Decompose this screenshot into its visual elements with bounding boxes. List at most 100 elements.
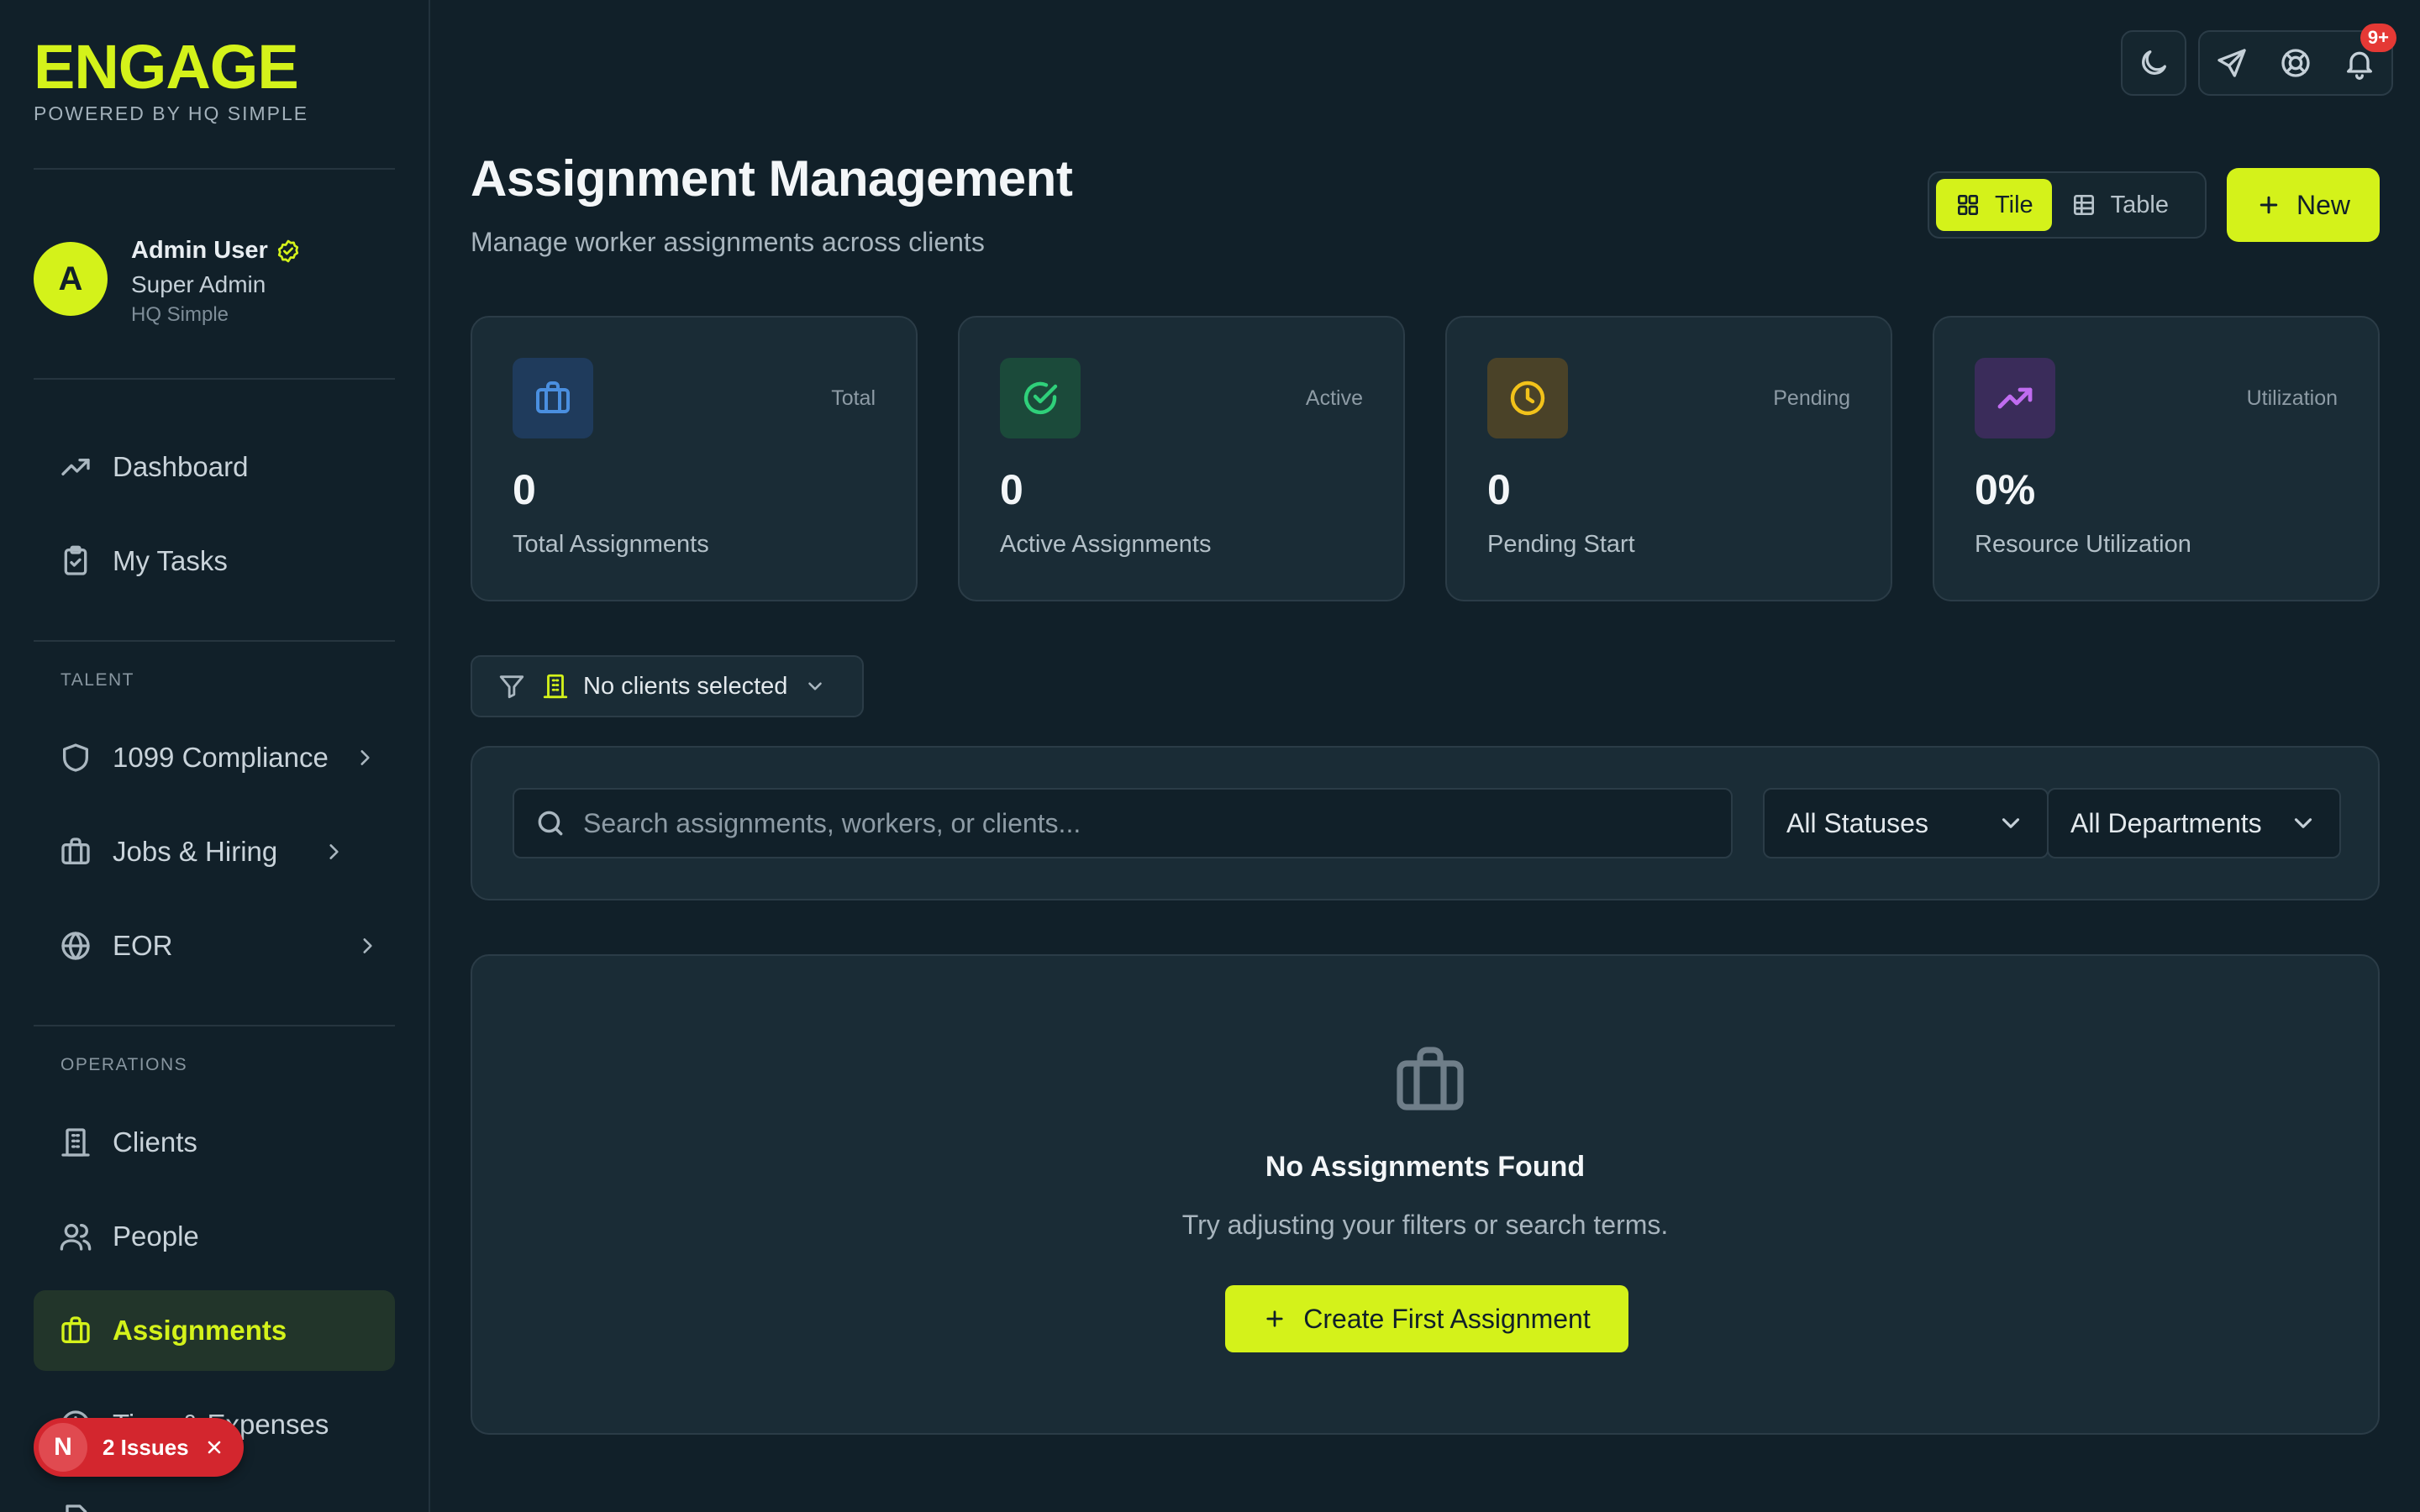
- stat-tag: Active: [1305, 386, 1363, 410]
- notifications-button[interactable]: 9+: [2328, 24, 2396, 94]
- status-select-value: All Statuses: [1786, 807, 1928, 838]
- sidebar-item-my-tasks[interactable]: My Tasks: [34, 521, 395, 601]
- sidebar-item-label: 1099 Compliance: [113, 742, 329, 773]
- briefcase-icon: [59, 835, 92, 869]
- stat-card-pending: Pending 0 Pending Start: [1445, 316, 1892, 601]
- divider: [34, 378, 395, 380]
- sidebar: ENGAGE POWERED BY HQ SIMPLE A Admin User…: [0, 0, 430, 1512]
- table-view-button[interactable]: Table: [2052, 179, 2187, 231]
- stat-label: Pending Start: [1487, 531, 1635, 558]
- stat-label: Total Assignments: [513, 531, 709, 558]
- stat-icon-box: [513, 358, 593, 438]
- stat-card-active: Active 0 Active Assignments: [958, 316, 1405, 601]
- send-button[interactable]: [2200, 32, 2264, 94]
- issues-label: 2 Issues: [103, 1434, 189, 1460]
- stat-tag: Total: [831, 386, 876, 410]
- chevron-right-icon: [354, 747, 376, 769]
- create-button-label: Create First Assignment: [1303, 1303, 1591, 1334]
- clipboard-check-icon: [59, 544, 92, 578]
- topbar-actions: 9+: [2198, 24, 2396, 96]
- divider: [34, 168, 395, 170]
- briefcase-icon: [59, 1314, 92, 1347]
- building-icon: [59, 1126, 92, 1159]
- stat-icon-box: [1487, 358, 1568, 438]
- stat-label: Active Assignments: [1000, 531, 1212, 558]
- stat-value: 0: [1487, 466, 1511, 513]
- create-first-assignment-button[interactable]: Create First Assignment: [1225, 1285, 1628, 1352]
- help-button[interactable]: [2264, 32, 2328, 94]
- close-icon[interactable]: [204, 1437, 224, 1457]
- new-assignment-button[interactable]: New: [2227, 168, 2380, 242]
- plus-icon: [2256, 192, 2281, 218]
- file-icon: [59, 1502, 92, 1512]
- verified-icon: [275, 238, 302, 265]
- sidebar-item-label: Assignments: [113, 1315, 287, 1346]
- sidebar-item-people[interactable]: People: [34, 1196, 395, 1277]
- stat-icon-box: [1975, 358, 2055, 438]
- page-subtitle: Manage worker assignments across clients: [471, 227, 985, 257]
- sidebar-item-jobs-hiring[interactable]: Jobs & Hiring: [34, 811, 395, 892]
- tile-view-button[interactable]: Tile: [1936, 179, 2052, 231]
- globe-icon: [59, 929, 92, 963]
- sidebar-item-assignments[interactable]: Assignments: [34, 1290, 395, 1371]
- department-select-value: All Departments: [2070, 807, 2262, 838]
- stat-icon-box: [1000, 358, 1081, 438]
- empty-state-title: No Assignments Found: [1265, 1151, 1586, 1183]
- search-box[interactable]: [513, 788, 1733, 858]
- check-circle-icon: [1020, 378, 1060, 418]
- sidebar-item-clients[interactable]: Clients: [34, 1102, 395, 1183]
- sidebar-item-label: Jobs & Hiring: [113, 836, 278, 867]
- divider: [34, 640, 395, 642]
- sidebar-item-1099-compliance[interactable]: 1099 Compliance: [34, 717, 395, 798]
- divider: [34, 1025, 395, 1026]
- shield-icon: [59, 741, 92, 774]
- status-select[interactable]: All Statuses: [1763, 788, 2049, 858]
- tile-view-label: Tile: [1995, 191, 2033, 218]
- brand[interactable]: ENGAGE POWERED BY HQ SIMPLE: [34, 34, 308, 125]
- page-title: Assignment Management: [471, 150, 1073, 207]
- section-label-talent: TALENT: [60, 670, 134, 690]
- search-icon: [534, 807, 566, 839]
- table-view-label: Table: [2110, 191, 2169, 218]
- client-filter-dropdown[interactable]: No clients selected: [471, 655, 864, 717]
- briefcase-icon: [1390, 1040, 1470, 1121]
- issues-logo: N: [39, 1423, 87, 1472]
- plus-icon: [1263, 1307, 1286, 1331]
- search-input[interactable]: [583, 807, 1709, 839]
- trending-up-icon: [59, 450, 92, 484]
- trending-up-icon: [1995, 378, 2035, 418]
- chevron-down-icon: [2289, 809, 2317, 837]
- lifebuoy-icon: [2279, 46, 2312, 80]
- sidebar-item-invoices[interactable]: [34, 1478, 395, 1512]
- stat-value: 0: [1000, 466, 1023, 513]
- search-panel: All Statuses All Departments: [471, 746, 2380, 900]
- profile-role: Super Admin: [131, 271, 266, 297]
- sidebar-item-eor[interactable]: EOR: [34, 906, 395, 986]
- brand-logo[interactable]: ENGAGE: [34, 34, 308, 101]
- department-select[interactable]: All Departments: [2047, 788, 2341, 858]
- theme-toggle-button[interactable]: [2121, 30, 2186, 96]
- chevron-right-icon: [323, 841, 345, 863]
- sidebar-item-dashboard[interactable]: Dashboard: [34, 427, 395, 507]
- building-icon: [541, 672, 570, 701]
- sidebar-item-label: Clients: [113, 1126, 197, 1158]
- chevron-down-icon: [804, 675, 826, 697]
- clock-icon: [1507, 378, 1548, 418]
- sidebar-item-label: EOR: [113, 930, 173, 961]
- notification-badge: 9+: [2360, 24, 2396, 52]
- avatar[interactable]: A: [34, 242, 108, 316]
- table-icon: [2070, 192, 2097, 218]
- issues-badge[interactable]: N 2 Issues: [34, 1418, 244, 1477]
- grid-icon: [1954, 192, 1981, 218]
- user-profile[interactable]: A Admin User Super Admin HQ Simple: [34, 237, 302, 327]
- sidebar-item-label: People: [113, 1221, 199, 1252]
- client-filter-label: No clients selected: [583, 672, 788, 700]
- stat-tag: Utilization: [2246, 386, 2338, 410]
- empty-state: No Assignments Found Try adjusting your …: [471, 954, 2380, 1435]
- sidebar-item-label: My Tasks: [113, 545, 228, 576]
- section-label-operations: OPERATIONS: [60, 1055, 188, 1074]
- chevron-right-icon: [356, 935, 378, 957]
- briefcase-icon: [533, 378, 573, 418]
- send-icon: [2215, 46, 2249, 80]
- stat-card-utilization: Utilization 0% Resource Utilization: [1933, 316, 2380, 601]
